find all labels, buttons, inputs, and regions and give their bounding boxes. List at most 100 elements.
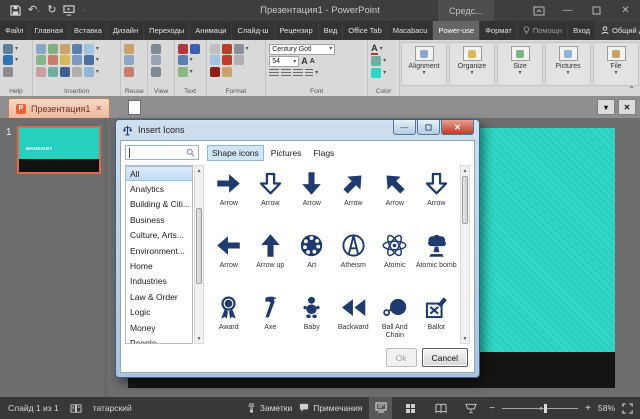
- category-item-1[interactable]: Analytics: [126, 181, 192, 196]
- icon-cell-arrow-down[interactable]: Arrow: [291, 166, 333, 228]
- ribbon-icon[interactable]: [36, 44, 46, 54]
- tab-signin[interactable]: Вход: [568, 21, 596, 40]
- grid-scroll-up-icon[interactable]: ▲: [461, 166, 469, 175]
- font-name-combobox[interactable]: Century Gotl▾: [269, 44, 335, 55]
- icon-cell-arrow-up[interactable]: Arrow up: [250, 228, 292, 290]
- document-tab[interactable]: P Презентация1 ✕: [8, 98, 110, 118]
- icon-cell-arrow-outline-down2[interactable]: Arrow: [416, 166, 458, 228]
- icon-cell-backward[interactable]: Backward: [333, 290, 375, 352]
- ribbon-icon[interactable]: [48, 44, 58, 54]
- icon-cell-mushroom-cloud[interactable]: Atomic bomb: [416, 228, 458, 290]
- grow-font-icon[interactable]: A: [301, 57, 308, 66]
- ribbon-icon[interactable]: [72, 67, 82, 77]
- new-document-tab-button[interactable]: [128, 100, 141, 115]
- comments-button[interactable]: Примечания: [299, 403, 362, 413]
- icon-cell-arrow-left[interactable]: Arrow: [208, 228, 250, 290]
- ribbon-icon[interactable]: [124, 67, 134, 77]
- category-item-5[interactable]: Environment...: [126, 243, 192, 258]
- category-item-11[interactable]: People: [126, 335, 192, 344]
- ribbon-tab-4[interactable]: Переходы: [144, 21, 190, 40]
- icon-cell-arrow-right[interactable]: Arrow: [208, 166, 250, 228]
- ribbon-icon[interactable]: [60, 67, 70, 77]
- category-item-0[interactable]: All: [126, 166, 192, 181]
- dialog-tab-1[interactable]: Pictures: [266, 145, 307, 161]
- icon-cell-atom[interactable]: Atomic: [374, 228, 416, 290]
- zoom-slider-thumb[interactable]: [544, 404, 547, 413]
- ribbon-icon[interactable]: [60, 55, 70, 65]
- ribbon-icon[interactable]: [210, 44, 220, 54]
- tab-bar-close-icon[interactable]: ✕: [618, 99, 636, 115]
- ribbon-tab-12[interactable]: Формат: [480, 21, 518, 40]
- undo-icon[interactable]: ↶▾: [28, 5, 40, 16]
- ribbon-icon[interactable]: [222, 44, 232, 54]
- notes-button[interactable]: Заметки: [247, 403, 293, 413]
- ribbon-icon[interactable]: [210, 67, 220, 77]
- ribbon-tab-6[interactable]: Слайд-ш: [232, 21, 274, 40]
- ribbon-icon[interactable]: [84, 55, 94, 65]
- ribbon-icon[interactable]: [151, 44, 161, 54]
- zoom-in-icon[interactable]: +: [585, 403, 591, 414]
- save-icon[interactable]: [10, 5, 21, 16]
- ribbon-icon[interactable]: [72, 55, 82, 65]
- scroll-up-icon[interactable]: ▲: [195, 166, 203, 175]
- slideshow-view-button[interactable]: [459, 397, 482, 419]
- category-item-2[interactable]: Building & Citi...: [126, 197, 192, 212]
- normal-view-button[interactable]: [369, 397, 392, 419]
- category-item-8[interactable]: Law & Order: [126, 289, 192, 304]
- ribbon-icon[interactable]: [151, 67, 161, 77]
- icon-cell-ball-chain[interactable]: Ball And Chain: [374, 290, 416, 352]
- cancel-button[interactable]: Cancel: [422, 348, 468, 367]
- customize-qat-icon[interactable]: ▾: [82, 8, 85, 14]
- ribbon-button-organize[interactable]: Organize▾: [449, 42, 495, 86]
- slide-thumbnail[interactable]: MANSION?: [17, 126, 101, 174]
- dialog-tab-0[interactable]: Shape icons: [207, 145, 264, 161]
- language-indicator[interactable]: татарский: [93, 403, 132, 413]
- tab-help[interactable]: Помощн: [518, 21, 568, 40]
- zoom-level[interactable]: 58%: [598, 403, 615, 413]
- list-bullets-icon[interactable]: [305, 69, 313, 77]
- ribbon-icon[interactable]: [190, 44, 200, 54]
- icon-search-input[interactable]: [125, 145, 199, 160]
- ribbon-icon[interactable]: [178, 44, 188, 54]
- icon-cell-medal[interactable]: Award: [208, 290, 250, 352]
- icon-cell-baby[interactable]: Baby: [291, 290, 333, 352]
- dialog-tab-2[interactable]: Flags: [309, 145, 340, 161]
- ribbon-icon[interactable]: [36, 67, 46, 77]
- ribbon-icon[interactable]: [222, 67, 232, 77]
- category-item-7[interactable]: Industries: [126, 274, 192, 289]
- category-item-6[interactable]: Home: [126, 258, 192, 273]
- ribbon-button-size[interactable]: Size▾: [497, 42, 543, 86]
- ribbon-icon[interactable]: [371, 56, 381, 66]
- ribbon-icon[interactable]: [124, 55, 134, 65]
- close-doc-tab-icon[interactable]: ✕: [95, 104, 102, 113]
- ribbon-icon[interactable]: [151, 55, 161, 65]
- ribbon-tab-3[interactable]: Дизайн: [108, 21, 144, 40]
- ribbon-icon[interactable]: [48, 67, 58, 77]
- ribbon-icon[interactable]: [234, 44, 244, 54]
- category-scrollbar[interactable]: ▲ ▼: [194, 165, 204, 344]
- font-size-combobox[interactable]: 54▾: [269, 56, 299, 67]
- ok-button[interactable]: Ok: [386, 348, 417, 367]
- ribbon-icon[interactable]: [234, 55, 244, 65]
- ribbon-button-file[interactable]: File▾: [593, 42, 639, 86]
- alignment-icon[interactable]: [293, 69, 303, 77]
- ribbon-icon[interactable]: [178, 67, 188, 77]
- scrollbar-thumb[interactable]: [196, 208, 202, 284]
- contextual-tab-group[interactable]: Средс...: [438, 0, 494, 21]
- alignment-icon[interactable]: [281, 69, 291, 77]
- ribbon-tab-7[interactable]: Рецензир: [275, 21, 319, 40]
- category-item-10[interactable]: Money: [126, 320, 192, 335]
- ribbon-display-options-icon[interactable]: [524, 0, 553, 21]
- ribbon-icon[interactable]: [36, 55, 46, 65]
- ribbon-tab-2[interactable]: Вставка: [69, 21, 108, 40]
- ribbon-tab-0[interactable]: Файл: [0, 21, 29, 40]
- tab-list-dropdown-icon[interactable]: ▾: [597, 99, 615, 115]
- tab-share[interactable]: Общий доступ: [596, 21, 640, 40]
- ribbon-icon[interactable]: [178, 55, 188, 65]
- ribbon-button-pictures[interactable]: Pictures▾: [545, 42, 591, 86]
- category-item-3[interactable]: Business: [126, 212, 192, 227]
- minimize-button[interactable]: —: [553, 0, 582, 21]
- ribbon-icon[interactable]: [48, 55, 58, 65]
- dialog-maximize-button[interactable]: [417, 120, 440, 135]
- ribbon-icon[interactable]: [84, 67, 94, 77]
